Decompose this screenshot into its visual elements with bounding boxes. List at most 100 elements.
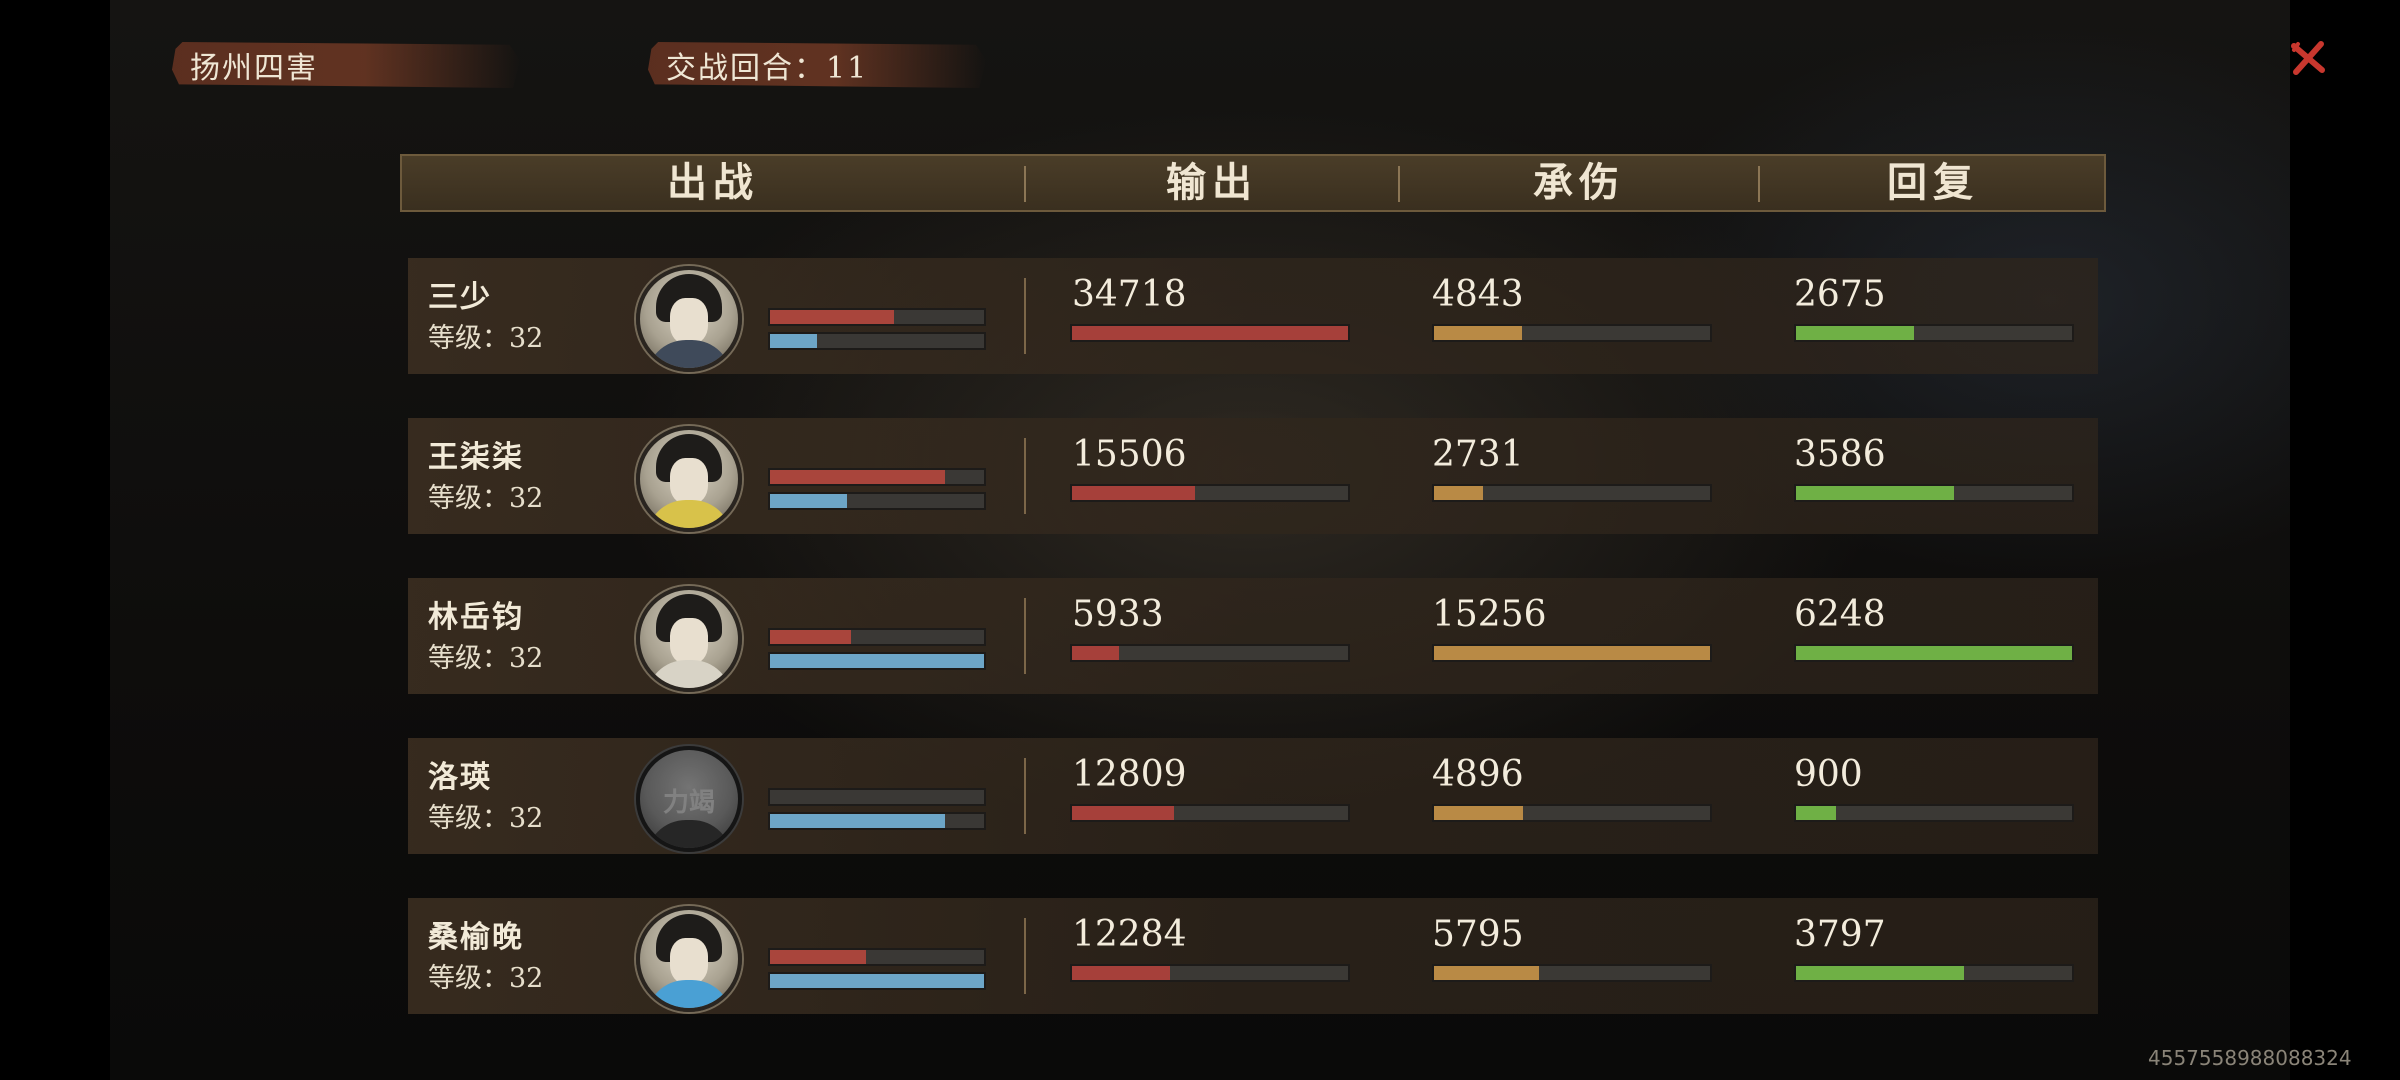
heal-bar-fill [1796,326,1915,340]
heal-value: 900 [1794,754,1863,795]
taken-bar-fill [1434,806,1523,820]
output-bar-fill [1072,326,1348,340]
heal-value: 3586 [1794,434,1886,475]
heal-bar-fill [1796,486,1955,500]
avatar-robe [646,340,732,368]
heal-bar [1794,964,2074,982]
unit-name: 王柒柒 [428,440,524,475]
mp-bar-fill [770,494,848,508]
output-value: 34718 [1072,274,1187,315]
taken-value: 4843 [1432,274,1524,315]
unit-avatar[interactable] [636,586,742,692]
taken-bar [1432,644,1712,662]
unit-row: 桑榆晚 等级：32 12284 5795 3797 [408,898,2098,1014]
avatar-robe [646,660,732,688]
mp-bar-fill [770,814,946,828]
unit-row: 洛瑛 等级：32 力竭 12809 4896 900 [408,738,2098,854]
watermark-id: 4557558988088324 [2148,1046,2352,1070]
header-units: 出战 [667,159,759,206]
stats-header: 出战 输出 承伤 回复 [400,154,2106,212]
taken-bar [1432,324,1712,342]
avatar-robe [646,820,732,848]
output-bar [1070,964,1350,982]
header-taken: 承伤 [1533,159,1625,206]
close-icon [2291,41,2325,75]
mp-bar [768,492,986,510]
hp-bar-fill [770,310,895,324]
taken-value: 2731 [1432,434,1524,475]
taken-value: 5795 [1432,914,1524,955]
mp-bar [768,332,986,350]
mp-bar [768,812,986,830]
taken-bar-fill [1434,326,1522,340]
output-bar [1070,324,1350,342]
output-value: 5933 [1072,594,1164,635]
output-bar [1070,484,1350,502]
output-value: 12284 [1072,914,1187,955]
heal-bar [1794,324,2074,342]
heal-value: 6248 [1794,594,1886,635]
avatar-face [670,618,708,664]
unit-avatar[interactable] [636,426,742,532]
unit-level: 等级：32 [428,803,544,834]
unit-level: 等级：32 [428,643,544,674]
row-divider [1024,438,1026,514]
unit-avatar[interactable] [636,266,742,372]
round-counter: 交战回合：11 [648,42,986,88]
unit-level: 等级：32 [428,483,544,514]
hp-bar [768,308,986,326]
taken-bar [1432,964,1712,982]
unit-row: 林岳钧 等级：32 5933 15256 6248 [408,578,2098,694]
unit-level: 等级：32 [428,323,544,354]
header-output: 输出 [1166,159,1258,206]
taken-bar-fill [1434,486,1484,500]
unit-avatar[interactable] [636,906,742,1012]
row-divider [1024,598,1026,674]
heal-bar-fill [1796,806,1836,820]
unit-row: 三少 等级：32 34718 4843 2675 [408,258,2098,374]
heal-bar-fill [1796,646,2072,660]
mp-bar-fill [770,654,984,668]
heal-bar [1794,484,2074,502]
avatar-status-text: 力竭 [662,788,715,818]
avatar-face [670,458,708,504]
hp-bar [768,628,986,646]
hp-bar [768,948,986,966]
taken-bar [1432,804,1712,822]
output-bar-fill [1072,646,1120,660]
unit-avatar[interactable]: 力竭 [636,746,742,852]
stage-title: 扬州四害 [172,42,520,88]
mp-bar-fill [770,334,818,348]
avatar-face [670,298,708,344]
hp-bar [768,468,986,486]
unit-level: 等级：32 [428,963,544,994]
output-value: 15506 [1072,434,1187,475]
taken-bar-fill [1434,966,1539,980]
taken-value: 4896 [1432,754,1524,795]
output-bar-fill [1072,966,1170,980]
close-button[interactable] [2288,38,2328,78]
avatar-robe [646,980,732,1008]
mp-bar [768,652,986,670]
left-letterbox [0,0,110,1080]
unit-row: 王柒柒 等级：32 15506 2731 3586 [408,418,2098,534]
hp-bar-fill [770,950,867,964]
output-value: 12809 [1072,754,1187,795]
header-heal: 回复 [1887,159,1979,206]
unit-name: 三少 [428,280,492,315]
taken-bar-fill [1434,646,1710,660]
right-letterbox [2290,0,2400,1080]
heal-value: 3797 [1794,914,1886,955]
row-divider [1024,918,1026,994]
heal-bar-fill [1796,966,1964,980]
mp-bar-fill [770,974,984,988]
mp-bar [768,972,986,990]
hp-bar-fill [770,470,946,484]
hp-bar-fill [770,630,852,644]
avatar-face [670,938,708,984]
taken-bar [1432,484,1712,502]
heal-bar [1794,804,2074,822]
row-divider [1024,758,1026,834]
output-bar [1070,644,1350,662]
avatar-robe [646,500,732,528]
